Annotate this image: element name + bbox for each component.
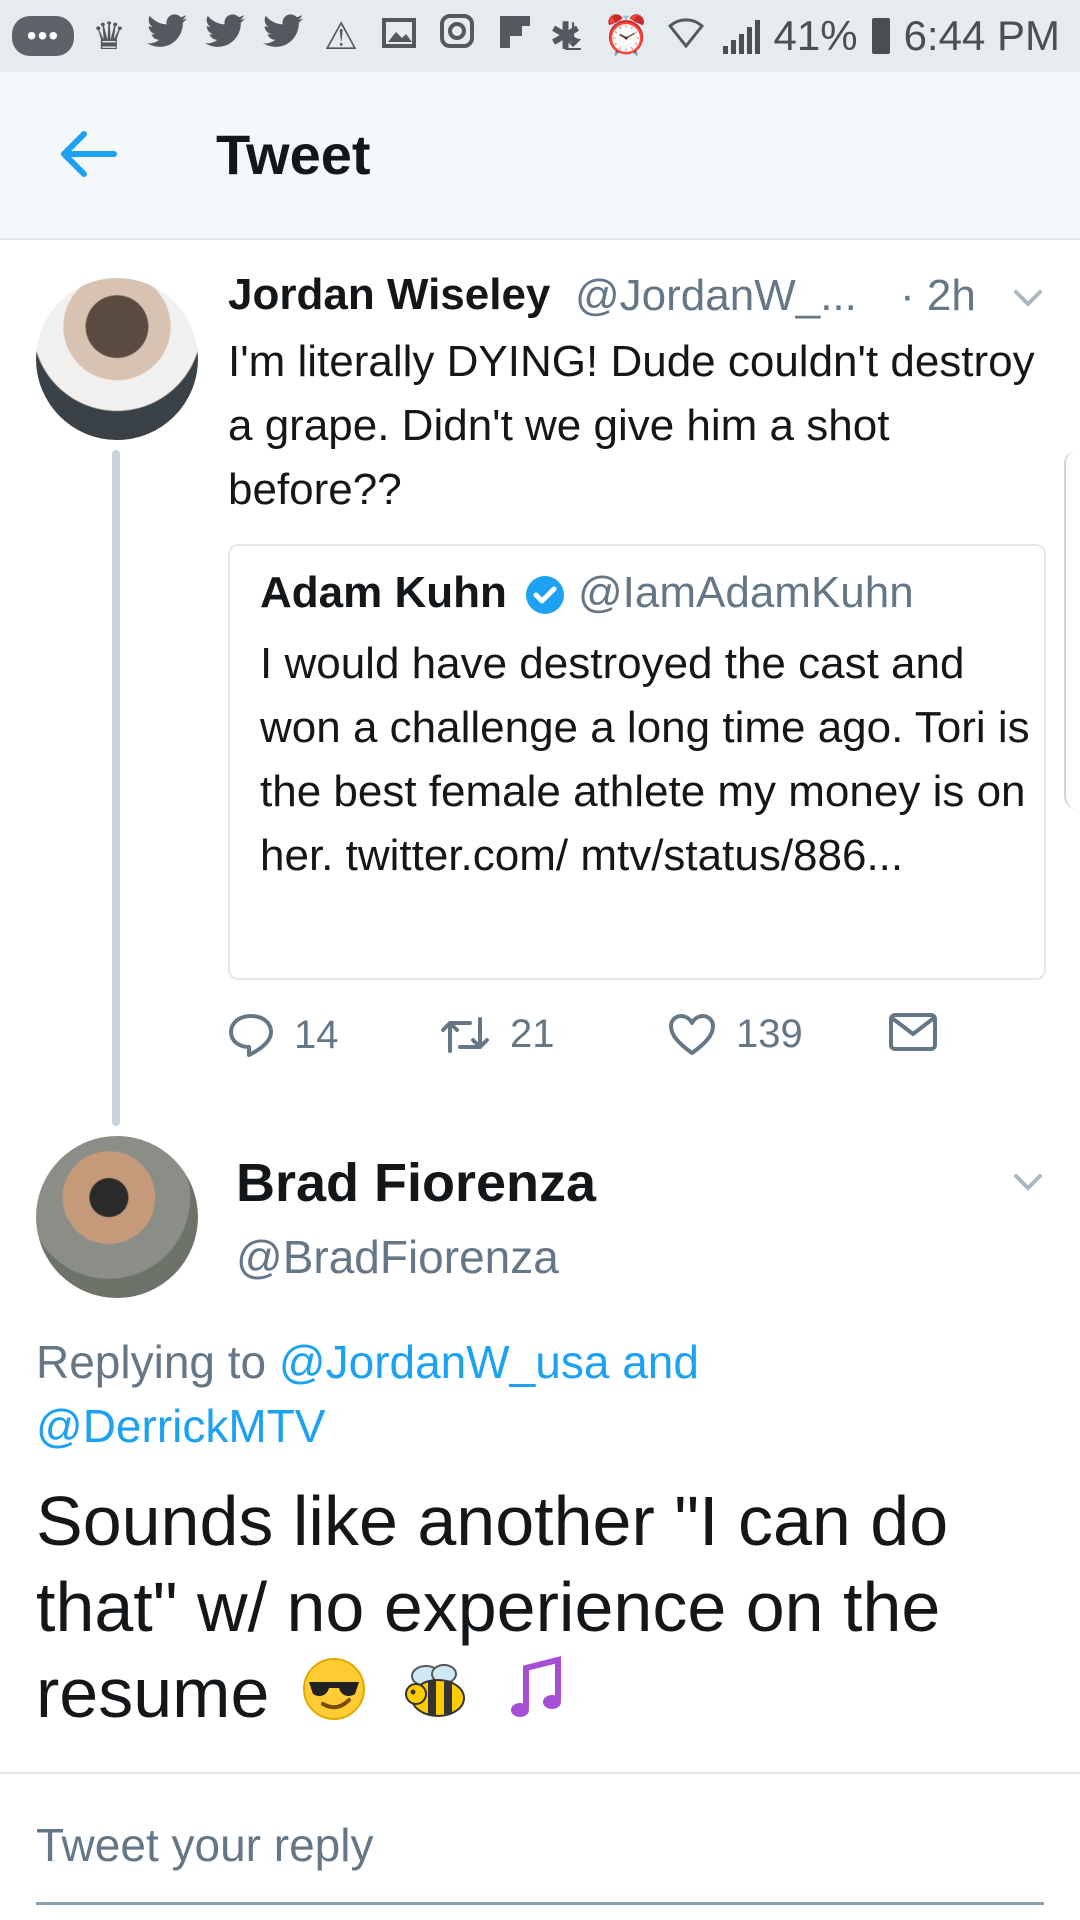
tweet-body: Sounds like another "I can do that" w/ n… [36,1482,949,1732]
warning-icon: ⚠ [323,15,359,58]
envelope-icon [889,1013,937,1051]
page-title: Tweet [216,123,371,186]
retweet-icon [441,1016,489,1053]
quoted-tweet-text: I would have destroyed the cast and won … [260,639,1030,880]
twitter-icon [144,14,190,58]
signal-icon [722,18,760,54]
chat-icon: ••• [12,16,74,56]
reply-mention-jordan[interactable]: @JordanW_usa [279,1336,610,1388]
tweet-author-handle[interactable]: @JordanW_... [575,271,857,321]
scrollbar[interactable] [1064,450,1080,810]
music-notes-emoji [508,1654,568,1743]
tweet-author-name[interactable]: Brad Fiorenza [236,1152,596,1214]
twitter-icon [260,14,306,58]
reply-input-underline [36,1902,1044,1905]
replying-and: and [609,1336,699,1388]
tweet-author-name[interactable]: Jordan Wiseley [228,270,550,320]
bluetooth-icon: ✱ [549,15,582,58]
alarm-icon: ⏰ [602,15,650,57]
reply-mention-derrick[interactable]: @DerrickMTV [36,1400,325,1452]
quoted-author-handle: @IamAdamKuhn [578,568,914,617]
twitter-icon [202,14,248,58]
replying-to: Replying to @JordanW_usa and @DerrickMTV [36,1330,1036,1458]
reply-count: 14 [294,1012,339,1057]
verified-badge-icon [524,574,566,616]
instagram-icon [434,14,480,58]
status-bar: ••• ♛ ⚠ ⤓ ✱ ⏰ 41% 6:44 PM [0,0,1080,72]
crown-icon: ♛ [91,15,127,58]
wifi-icon [663,14,709,58]
flipboard-icon [492,15,538,58]
clock: 6:44 PM [903,12,1060,59]
thread-line [112,450,120,1126]
quoted-tweet[interactable]: Adam Kuhn @IamAdamKuhn I would have dest… [228,544,1046,980]
battery-icon [871,18,890,54]
back-arrow-icon[interactable] [52,124,122,184]
avatar-jordan[interactable] [36,278,198,440]
reply-icon [229,1014,273,1057]
chevron-down-icon[interactable] [1010,284,1046,314]
tweet-author-handle[interactable]: @BradFiorenza [236,1230,559,1284]
heart-icon [669,1013,715,1055]
tweet-timestamp: · 2h [900,271,976,320]
app-header: Tweet [0,72,1080,240]
quoted-author-name: Adam Kuhn [260,568,507,617]
bee-emoji [398,1654,478,1743]
tweet-text: Sounds like another "I can do that" w/ n… [36,1478,1056,1743]
direct-message-button[interactable] [888,1012,938,1052]
avatar-brad[interactable] [36,1136,198,1298]
sunglasses-emoji [299,1654,369,1743]
like-button[interactable]: 139 [668,1012,803,1057]
battery-percent: 41% [773,12,858,59]
tweet-actions: 14 21 139 [228,1012,1048,1072]
tweet-text: I'm literally DYING! Dude couldn't destr… [228,337,1035,514]
chevron-down-icon[interactable] [1010,1168,1046,1198]
retweet-button[interactable]: 21 [440,1012,555,1057]
reply-input[interactable]: Tweet your reply [36,1818,373,1872]
retweet-count: 21 [510,1012,555,1056]
replying-prefix: Replying to [36,1336,279,1388]
like-count: 139 [736,1012,803,1056]
image-icon [376,15,422,58]
divider [0,1772,1080,1774]
notification-icons: ••• ♛ ⚠ ⤓ [12,14,596,59]
reply-button[interactable]: 14 [228,1012,339,1058]
